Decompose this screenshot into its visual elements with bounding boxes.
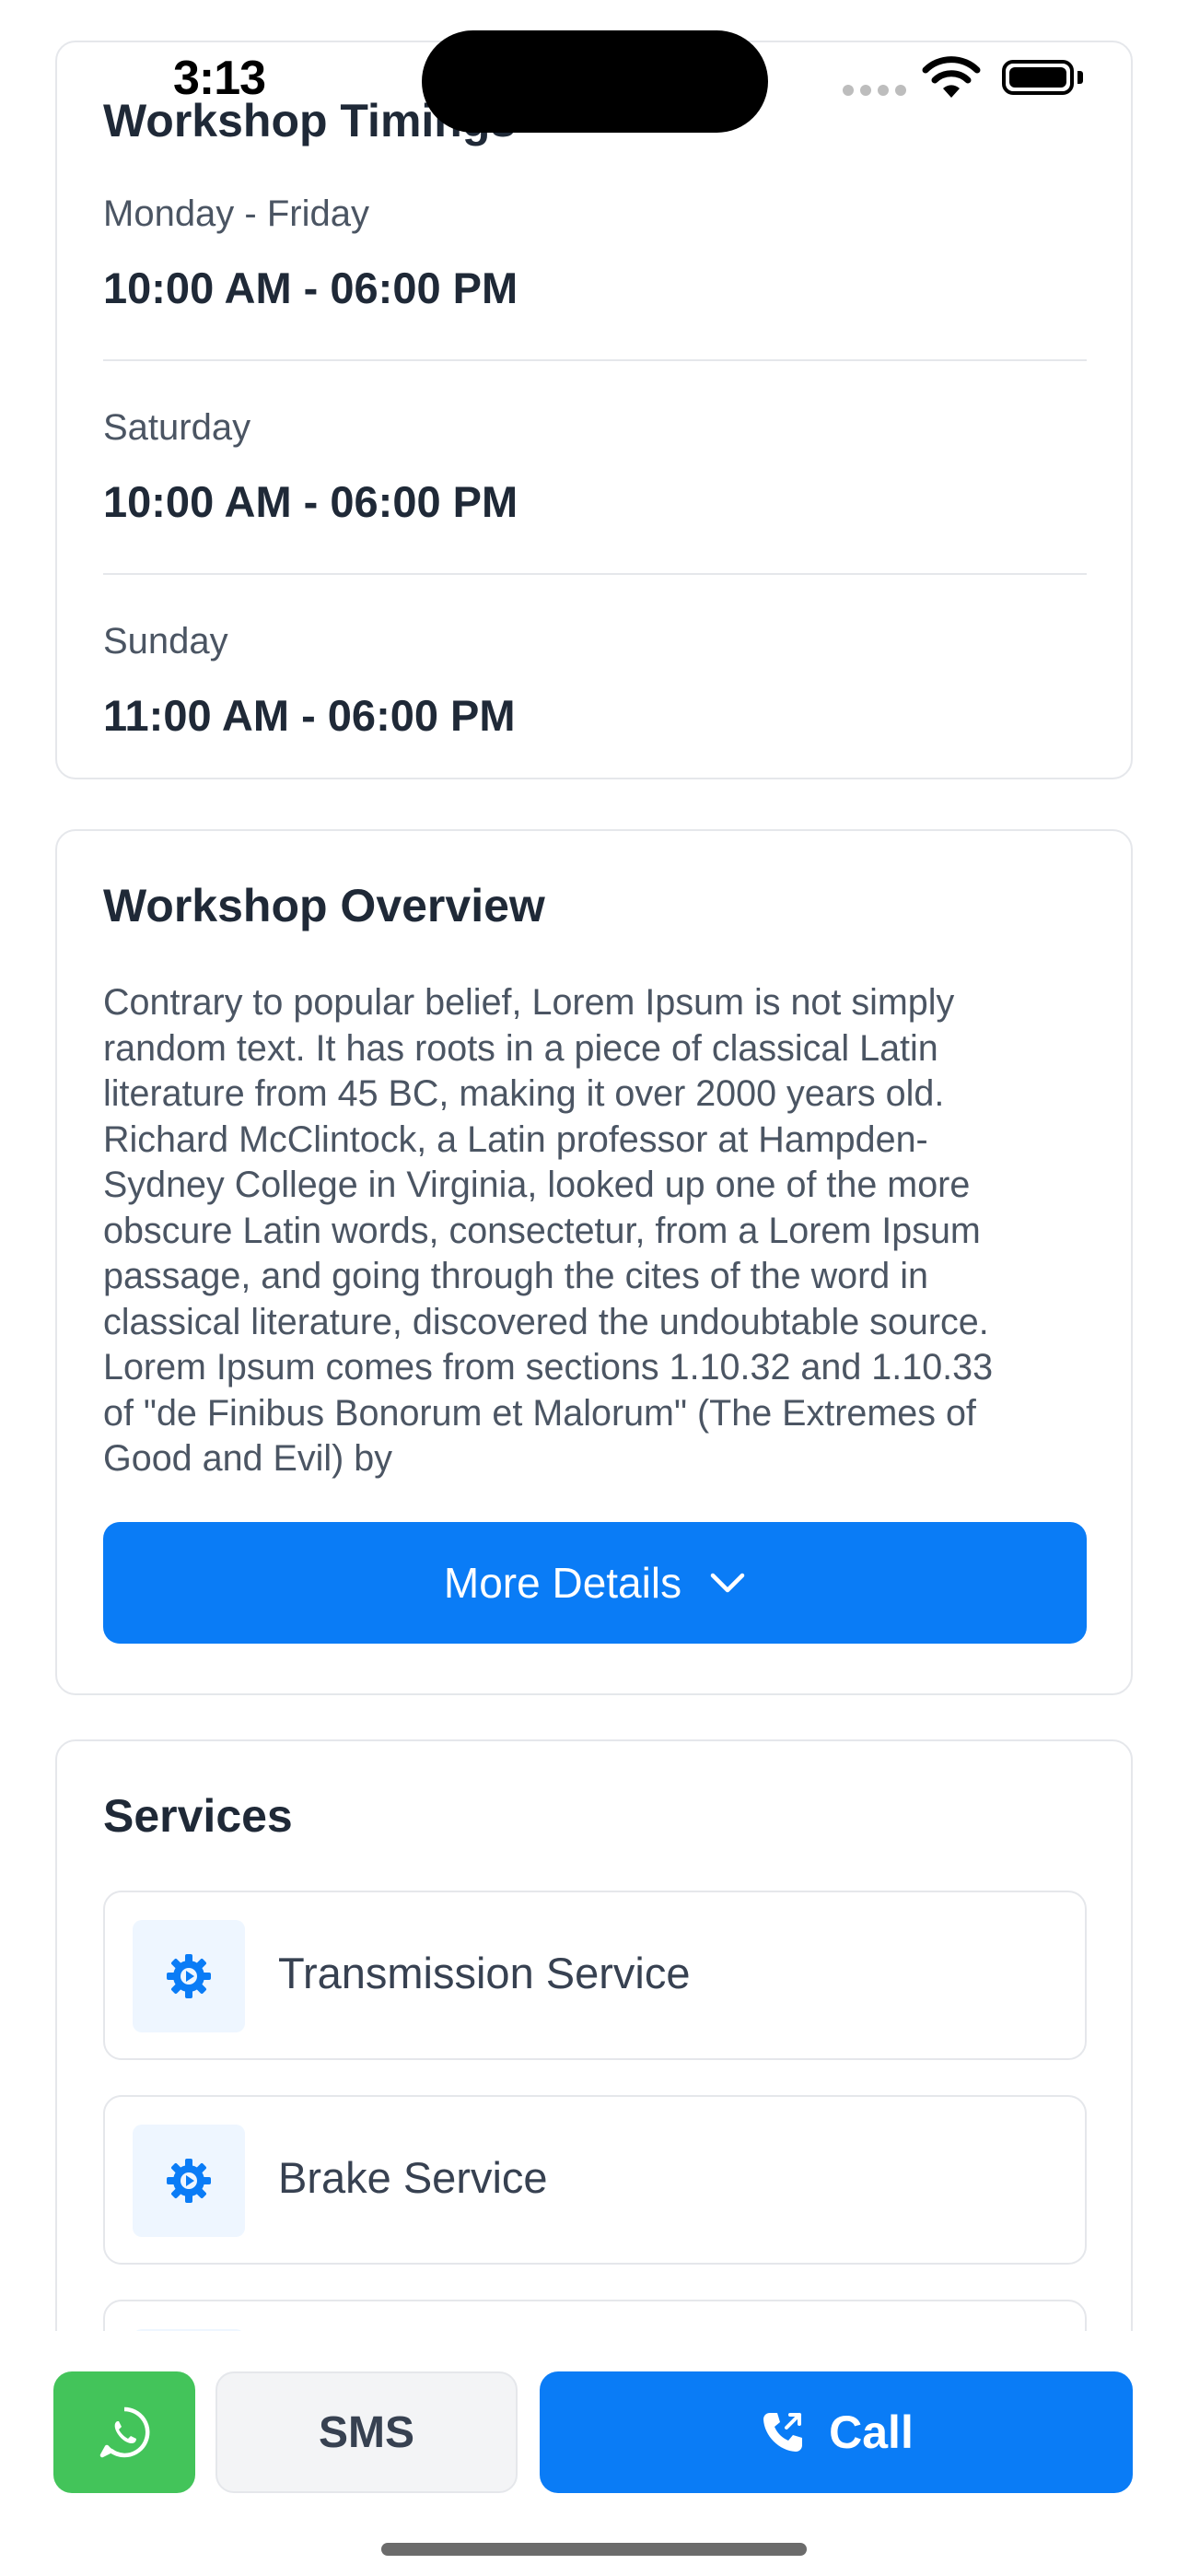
battery-icon bbox=[1002, 60, 1074, 95]
divider bbox=[103, 359, 1087, 361]
wifi-icon bbox=[922, 56, 981, 98]
more-details-label: More Details bbox=[443, 1559, 682, 1607]
timing-row: Sunday 11:00 AM - 06:00 PM bbox=[103, 621, 1087, 741]
services-card: Services Transmission Service Brake Serv… bbox=[55, 1739, 1133, 2331]
phone-icon bbox=[763, 2413, 803, 2452]
overview-line: Good and Evil) by bbox=[103, 1438, 392, 1479]
call-button[interactable]: Call bbox=[540, 2371, 1133, 2493]
overview-line: of "de Finibus Bonorum et Malorum" (The … bbox=[103, 1392, 976, 1434]
divider bbox=[103, 573, 1087, 575]
service-label: Brake Service bbox=[278, 2153, 548, 2202]
home-indicator bbox=[381, 2543, 807, 2556]
timing-row: Saturday 10:00 AM - 06:00 PM bbox=[103, 407, 1087, 527]
sms-label: SMS bbox=[318, 2407, 414, 2457]
timing-day: Monday - Friday bbox=[103, 193, 369, 234]
battery-cap bbox=[1077, 71, 1083, 84]
overview-title: Workshop Overview bbox=[103, 880, 545, 931]
overview-line: Lorem Ipsum comes from sections 1.10.32 … bbox=[103, 1347, 994, 1388]
status-time: 3:13 bbox=[173, 52, 266, 105]
chevron-down-icon bbox=[710, 1573, 745, 1593]
overview-line: Sydney College in Virginia, looked up on… bbox=[103, 1165, 971, 1205]
overview-line: obscure Latin words, consectetur, from a… bbox=[103, 1210, 981, 1251]
cellular-signal-icon bbox=[843, 85, 906, 96]
sms-button[interactable]: SMS bbox=[215, 2371, 518, 2493]
service-label: Transmission Service bbox=[278, 1949, 691, 1997]
timing-hours: 11:00 AM - 06:00 PM bbox=[103, 691, 516, 740]
service-item-partial[interactable] bbox=[103, 2300, 1087, 2331]
service-item-transmission[interactable]: Transmission Service bbox=[103, 1891, 1087, 2060]
gear-icon bbox=[167, 1954, 211, 1998]
overview-line: random text. It has roots in a piece of … bbox=[103, 1027, 938, 1069]
workshop-timings-card: Workshop Timings Monday - Friday 10:00 A… bbox=[55, 41, 1133, 779]
call-label: Call bbox=[829, 2406, 914, 2458]
overview-line: passage, and going through the cites of … bbox=[103, 1256, 928, 1296]
workshop-overview-card: Workshop Overview Contrary to popular be… bbox=[55, 829, 1133, 1695]
service-item-brake[interactable]: Brake Service bbox=[103, 2095, 1087, 2265]
service-icon-box bbox=[133, 1920, 245, 2032]
gear-icon bbox=[167, 2159, 211, 2203]
overview-line: Richard McClintock, a Latin professor at… bbox=[103, 1118, 928, 1160]
timing-day: Saturday bbox=[103, 407, 251, 448]
overview-line: literature from 45 BC, making it over 20… bbox=[103, 1073, 945, 1114]
overview-text: Contrary to popular belief, Lorem Ipsum … bbox=[103, 980, 1093, 1482]
status-bar: 3:13 bbox=[0, 0, 1188, 138]
services-title: Services bbox=[103, 1790, 293, 1842]
service-icon-box bbox=[133, 2125, 245, 2237]
timing-row: Monday - Friday 10:00 AM - 06:00 PM bbox=[103, 193, 1087, 313]
whatsapp-icon bbox=[99, 2406, 150, 2458]
scroll-content[interactable]: Workshop Timings Monday - Friday 10:00 A… bbox=[0, 0, 1188, 2331]
more-details-button[interactable]: More Details bbox=[103, 1522, 1087, 1644]
dynamic-island bbox=[422, 30, 768, 133]
timing-hours: 10:00 AM - 06:00 PM bbox=[103, 263, 518, 312]
overview-line: Contrary to popular belief, Lorem Ipsum … bbox=[103, 982, 955, 1023]
whatsapp-button[interactable] bbox=[53, 2371, 195, 2493]
timing-hours: 10:00 AM - 06:00 PM bbox=[103, 477, 518, 526]
overview-line: classical literature, discovered the und… bbox=[103, 1301, 989, 1342]
timing-day: Sunday bbox=[103, 621, 228, 662]
